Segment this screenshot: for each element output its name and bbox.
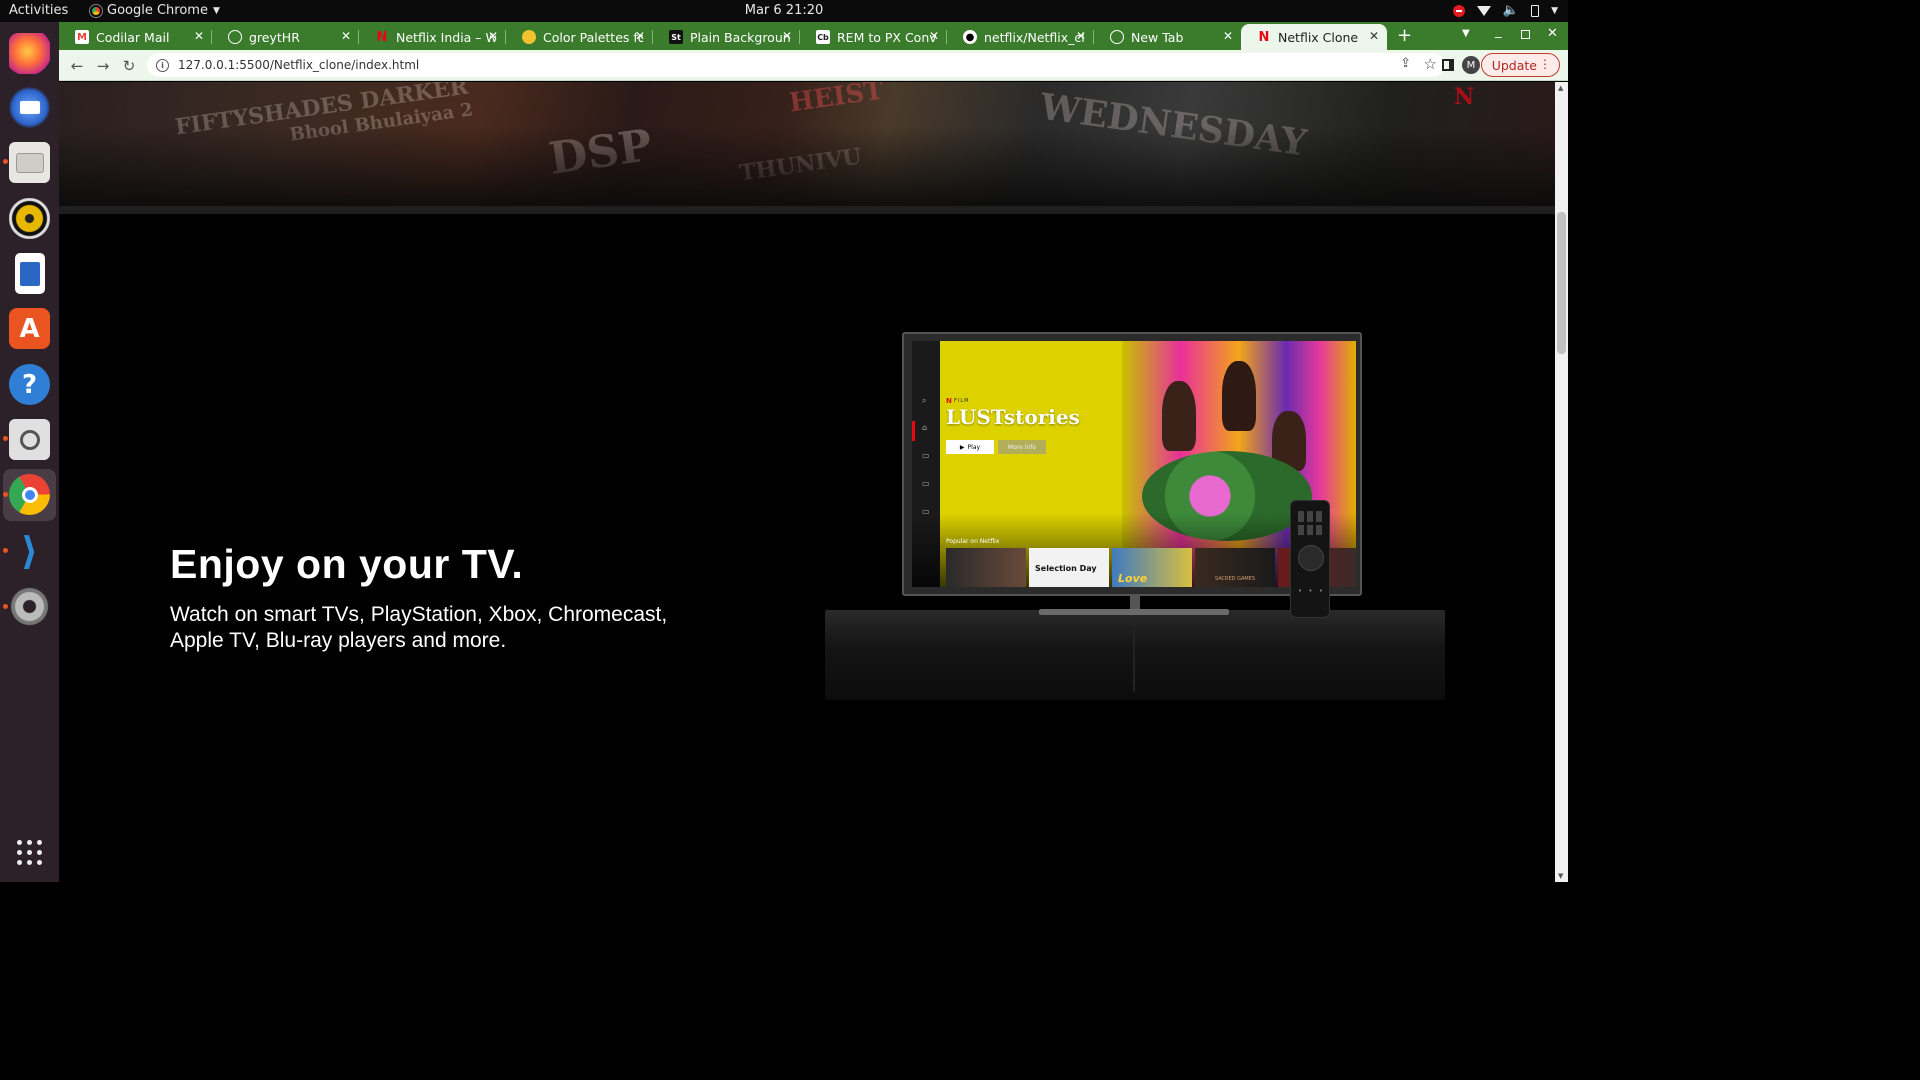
address-bar[interactable]: i 127.0.0.1:5500/Netflix_clone/index.htm… xyxy=(147,53,1445,77)
envelope-icon xyxy=(19,101,40,114)
show-apps-icon[interactable] xyxy=(9,832,50,873)
help-icon[interactable]: ? xyxy=(9,364,50,405)
volume-icon: 🔈 xyxy=(1502,3,1520,18)
netflix-icon: N xyxy=(1258,29,1270,45)
app-center-icon[interactable]: A xyxy=(9,308,50,349)
do-not-disturb-icon xyxy=(1452,4,1465,17)
remote-illustration: • • • xyxy=(1290,500,1330,618)
section-divider xyxy=(59,206,1555,214)
close-tab-icon[interactable]: ✕ xyxy=(929,29,939,43)
tab-greythr[interactable]: greytHR ✕ xyxy=(212,24,359,50)
netflix-icon: N xyxy=(376,29,388,45)
page-scrollbar[interactable]: ▲ ▼ xyxy=(1555,82,1568,882)
tv-stand xyxy=(1130,596,1140,610)
globe-icon xyxy=(228,30,242,44)
page-viewport: FIFTYSHADES DARKER Bhool Bhulaiyaa 2 DSP… xyxy=(59,82,1555,882)
settings-icon[interactable] xyxy=(9,586,50,627)
gmail-icon: M xyxy=(75,30,89,44)
tv-play-button: ▶ Play xyxy=(946,440,994,454)
play-icon: ▶ xyxy=(959,443,965,451)
tv-show-title: LUSTstories xyxy=(946,405,1080,429)
globe-icon xyxy=(1110,30,1124,44)
wifi-icon xyxy=(1476,5,1491,16)
scroll-up-icon[interactable]: ▲ xyxy=(1558,84,1563,92)
tv-row-title: Popular on Netflix xyxy=(946,538,1000,545)
back-icon[interactable]: ← xyxy=(67,56,87,76)
palette-icon xyxy=(522,30,536,44)
minimize-icon[interactable]: _ xyxy=(1495,24,1502,39)
close-tab-icon[interactable]: ✕ xyxy=(488,29,498,43)
netflix-n-icon: N xyxy=(946,397,952,405)
files-icon[interactable] xyxy=(9,142,50,183)
kebab-menu-icon: ⋮ xyxy=(1539,57,1551,71)
tv-more-info-button: More Info xyxy=(998,440,1046,454)
url-text[interactable]: 127.0.0.1:5500/Netflix_clone/index.html xyxy=(178,58,419,72)
profile-avatar[interactable]: M xyxy=(1462,56,1480,74)
scrollbar-thumb[interactable] xyxy=(1557,212,1566,354)
browser-toolbar: ← → ↻ i 127.0.0.1:5500/Netflix_clone/ind… xyxy=(59,50,1568,81)
tv-thumbnail: Love xyxy=(1112,548,1192,587)
close-tab-icon[interactable]: ✕ xyxy=(341,29,351,43)
feature-title: Enjoy on your TV. xyxy=(170,541,524,587)
tab-netflix-clone[interactable]: N Netflix Clone ✕ xyxy=(1241,24,1387,50)
tv-thumbnail: SACRED GAMES xyxy=(1195,548,1275,587)
poster-art: HEIST xyxy=(787,82,886,119)
thunderbird-icon[interactable] xyxy=(9,87,50,128)
screenshot-icon[interactable] xyxy=(9,419,50,460)
tab-search-icon[interactable]: ▼ xyxy=(1462,28,1470,39)
firefox-icon[interactable] xyxy=(9,33,50,74)
ubuntu-dock: A ? ⟩ xyxy=(0,22,59,882)
cb-icon: Cb xyxy=(816,30,830,44)
tab-plain-background[interactable]: St Plain Backgroun ✕ xyxy=(653,24,800,50)
hero-banner-bottom: FIFTYSHADES DARKER Bhool Bhulaiyaa 2 DSP… xyxy=(59,82,1555,206)
tv-thumbnail xyxy=(946,548,1026,587)
new-tab-button[interactable]: + xyxy=(1397,25,1412,46)
close-tab-icon[interactable]: ✕ xyxy=(1369,29,1379,43)
forward-icon[interactable]: → xyxy=(93,56,113,76)
tab-new-tab[interactable]: New Tab ✕ xyxy=(1094,24,1241,50)
close-tab-icon[interactable]: ✕ xyxy=(782,29,792,43)
close-tab-icon[interactable]: ✕ xyxy=(1076,29,1086,43)
system-tray[interactable]: 🔈 ▼ xyxy=(1452,3,1558,18)
system-top-bar: Activities Google Chrome ▼ Mar 6 21:20 🔈… xyxy=(0,0,1568,22)
rhythmbox-icon[interactable] xyxy=(9,198,50,239)
battery-icon xyxy=(1531,4,1540,17)
tab-color-palettes[interactable]: Color Palettes fo ✕ xyxy=(506,24,653,50)
share-icon[interactable]: ⇪ xyxy=(1400,56,1411,71)
netflix-n-art: N xyxy=(1454,84,1475,110)
close-tab-icon[interactable]: ✕ xyxy=(1223,29,1233,43)
clock[interactable]: Mar 6 21:20 xyxy=(0,3,1568,18)
tab-github-netflix[interactable]: ● netflix/Netflix_cl ✕ xyxy=(947,24,1094,50)
scroll-down-icon[interactable]: ▼ xyxy=(1558,872,1563,880)
st-icon: St xyxy=(669,30,683,44)
github-icon: ● xyxy=(963,30,977,44)
tv-tag: FILM xyxy=(954,398,970,404)
feature-subtitle: Watch on smart TVs, PlayStation, Xbox, C… xyxy=(170,603,668,652)
update-button[interactable]: Update ⋮ xyxy=(1480,53,1560,77)
tv-stand-base xyxy=(1039,609,1229,615)
close-window-icon[interactable]: ✕ xyxy=(1547,26,1558,41)
writer-icon[interactable] xyxy=(15,253,45,294)
restore-icon[interactable] xyxy=(1521,30,1530,39)
chrome-icon[interactable] xyxy=(9,474,50,515)
tab-rem-to-px[interactable]: Cb REM to PX Conve ✕ xyxy=(800,24,947,50)
site-info-icon[interactable]: i xyxy=(156,58,169,72)
bookmark-star-icon[interactable]: ☆ xyxy=(1424,55,1437,73)
side-panel-icon[interactable] xyxy=(1442,59,1454,71)
tab-codilar-mail[interactable]: M Codilar Mail ✕ xyxy=(59,24,212,50)
vscode-icon[interactable]: ⟩ xyxy=(9,529,50,573)
close-tab-icon[interactable]: ✕ xyxy=(635,29,645,43)
tab-strip: M Codilar Mail ✕ greytHR ✕ N Netflix Ind… xyxy=(59,22,1568,50)
tv-cabinet xyxy=(825,610,1445,700)
tab-netflix-india[interactable]: N Netflix India – Wa ✕ xyxy=(359,24,506,50)
reload-icon[interactable]: ↻ xyxy=(119,56,139,76)
chevron-down-icon: ▼ xyxy=(1551,5,1558,16)
close-tab-icon[interactable]: ✕ xyxy=(194,29,204,43)
tv-thumbnail: Selection Day xyxy=(1029,548,1109,587)
